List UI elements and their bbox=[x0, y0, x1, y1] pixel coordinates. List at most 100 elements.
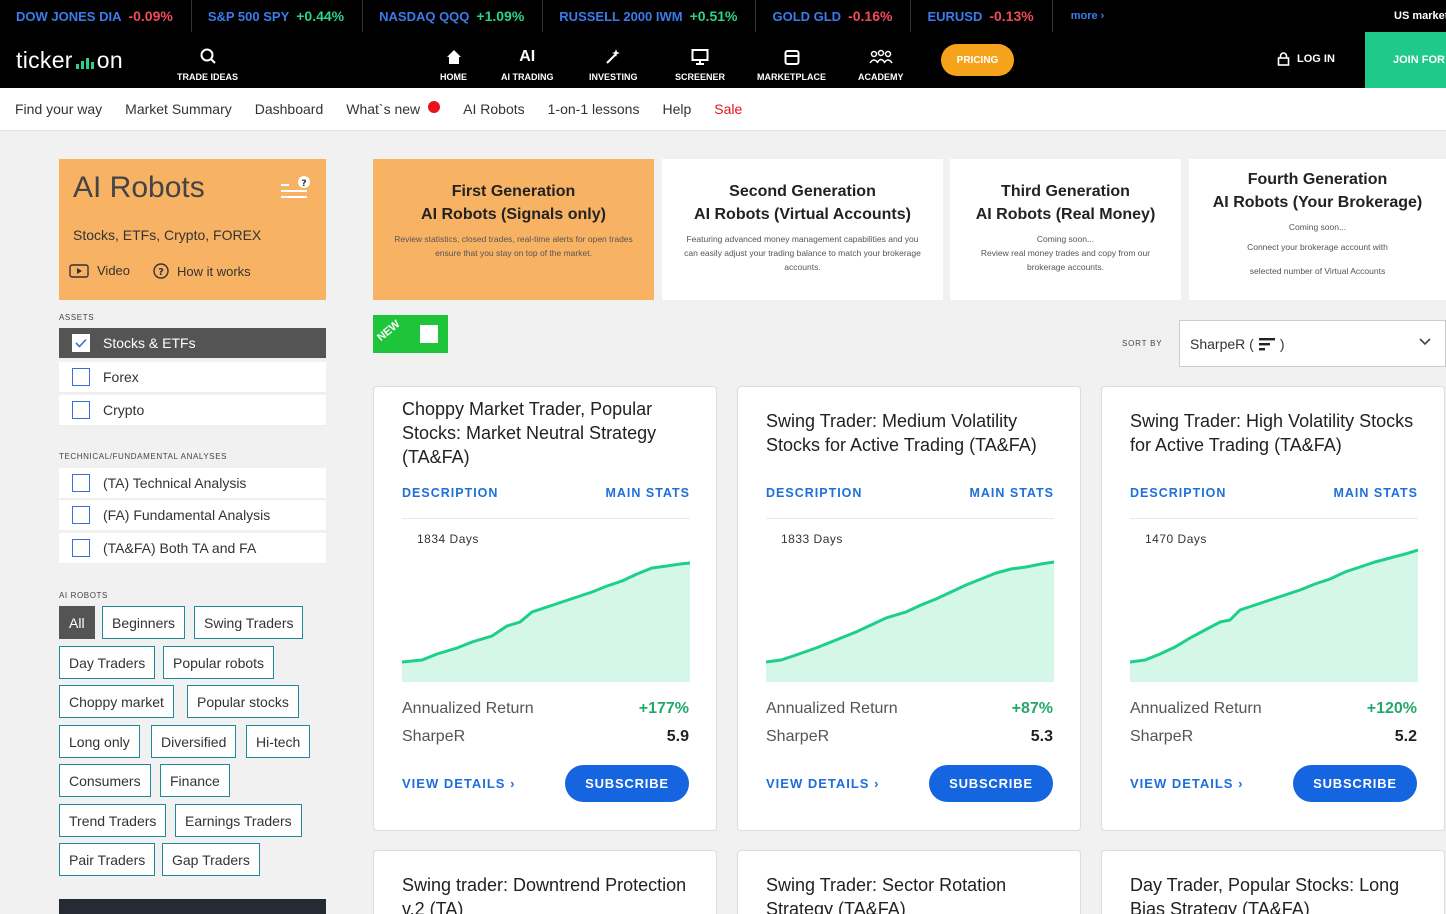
generation-fourth[interactable]: Fourth Generation AI Robots (Your Broker… bbox=[1189, 159, 1446, 300]
tag-popular-robots[interactable]: Popular robots bbox=[163, 646, 275, 679]
view-details-link[interactable]: VIEW DETAILS › bbox=[766, 776, 879, 791]
annualized-return-value: +120% bbox=[1366, 700, 1417, 717]
robot-card: Swing Trader: Medium Volatility Stocks f… bbox=[737, 386, 1081, 831]
robot-card: Swing Trader: High Volatility Stocks for… bbox=[1101, 386, 1445, 831]
video-link[interactable]: Video bbox=[69, 263, 130, 278]
tab-description[interactable]: DESCRIPTION bbox=[402, 486, 498, 500]
robot-title[interactable]: Day Trader, Popular Stocks: Long Bias St… bbox=[1130, 873, 1430, 914]
tag-swing-traders[interactable]: Swing Traders bbox=[194, 606, 304, 639]
subnav-lessons[interactable]: 1-on-1 lessons bbox=[548, 101, 640, 117]
checkbox-checked[interactable] bbox=[72, 334, 90, 352]
view-details-link[interactable]: VIEW DETAILS › bbox=[402, 776, 515, 791]
new-toggle-checkbox[interactable] bbox=[420, 325, 438, 343]
robot-title[interactable]: Swing trader: Downtrend Protection v.2 (… bbox=[402, 873, 702, 914]
monitor-icon bbox=[691, 49, 709, 65]
nav-investing[interactable]: INVESTING bbox=[589, 48, 638, 82]
nav-home[interactable]: HOME bbox=[440, 48, 467, 82]
sharper-label: SharpeR bbox=[766, 728, 830, 745]
annualized-return-value: +87% bbox=[1011, 700, 1053, 717]
nav-marketplace[interactable]: MARKETPLACE bbox=[757, 48, 826, 82]
robot-title[interactable]: Swing Trader: High Volatility Stocks for… bbox=[1130, 409, 1430, 457]
checkbox[interactable] bbox=[72, 401, 90, 419]
subnav-ai-robots[interactable]: AI Robots bbox=[463, 101, 524, 117]
robot-title[interactable]: Swing Trader: Sector Rotation Strategy (… bbox=[766, 873, 1066, 914]
nav-ai-trading[interactable]: AI AI TRADING bbox=[501, 48, 554, 82]
subnav-find-your-way[interactable]: Find your way bbox=[15, 101, 102, 117]
subnav-whats-new[interactable]: What`s new bbox=[346, 101, 441, 117]
asset-forex[interactable]: Forex bbox=[59, 362, 326, 393]
tab-main-stats[interactable]: MAIN STATS bbox=[605, 486, 690, 500]
tag-day-traders[interactable]: Day Traders bbox=[59, 646, 156, 679]
new-toggle[interactable]: NEW bbox=[373, 315, 448, 353]
nav-trade-ideas[interactable]: TRADE IDEAS bbox=[177, 48, 238, 82]
subnav-help[interactable]: Help bbox=[662, 101, 691, 117]
analysis-ta-fa[interactable]: (TA&FA) Both TA and FA bbox=[59, 533, 326, 564]
lock-icon bbox=[1277, 52, 1290, 66]
logo[interactable]: ticker on bbox=[16, 47, 123, 74]
checkbox[interactable] bbox=[72, 506, 90, 524]
tab-description[interactable]: DESCRIPTION bbox=[766, 486, 862, 500]
checkbox[interactable] bbox=[72, 368, 90, 386]
tag-all[interactable]: All bbox=[59, 606, 95, 639]
equity-area bbox=[766, 562, 1054, 682]
ticker-item[interactable]: S&P 500 SPY +0.44% bbox=[192, 0, 364, 32]
assets-section-label: ASSETS bbox=[59, 313, 95, 322]
subnav-market-summary[interactable]: Market Summary bbox=[125, 101, 232, 117]
pricing-button[interactable]: PRICING bbox=[941, 44, 1014, 76]
subscribe-button[interactable]: SUBSCRIBE bbox=[929, 765, 1053, 802]
sharper-value: 5.2 bbox=[1394, 728, 1417, 745]
checkbox[interactable] bbox=[72, 539, 90, 557]
ticker-more-link[interactable]: more › bbox=[1071, 10, 1105, 22]
tag-trend-traders[interactable]: Trend Traders bbox=[59, 804, 167, 837]
notification-dot bbox=[428, 101, 441, 113]
sort-select[interactable]: SharpeR ( ) bbox=[1179, 320, 1446, 367]
tag-popular-stocks[interactable]: Popular stocks bbox=[187, 685, 299, 718]
tag-earnings-traders[interactable]: Earnings Traders bbox=[175, 804, 302, 837]
tag-gap-traders[interactable]: Gap Traders bbox=[162, 843, 260, 876]
ticker-item[interactable]: RUSSELL 2000 IWM +0.51% bbox=[543, 0, 757, 32]
sort-by-label: SORT BY bbox=[1122, 339, 1163, 348]
asset-crypto[interactable]: Crypto bbox=[59, 395, 326, 426]
analysis-ta[interactable]: (TA) Technical Analysis bbox=[59, 468, 326, 499]
tag-choppy-market[interactable]: Choppy market bbox=[59, 685, 174, 718]
tag-long-only[interactable]: Long only bbox=[59, 725, 140, 758]
join-button[interactable]: JOIN FOR FREE bbox=[1365, 32, 1446, 88]
robots-section-label: AI ROBOTS bbox=[59, 591, 108, 600]
generation-third[interactable]: Third Generation AI Robots (Real Money) … bbox=[950, 159, 1181, 300]
tag-consumers[interactable]: Consumers bbox=[59, 764, 151, 797]
tag-beginners[interactable]: Beginners bbox=[102, 606, 186, 639]
checkbox[interactable] bbox=[72, 474, 90, 492]
view-details-link[interactable]: VIEW DETAILS › bbox=[1130, 776, 1243, 791]
how-it-works-link[interactable]: ? How it works bbox=[153, 263, 251, 279]
nav-screener[interactable]: SCREENER bbox=[675, 48, 725, 82]
help-menu-icon[interactable]: ? bbox=[281, 176, 313, 202]
tab-main-stats[interactable]: MAIN STATS bbox=[969, 486, 1054, 500]
robot-title[interactable]: Swing Trader: Medium Volatility Stocks f… bbox=[766, 409, 1066, 457]
subscribe-button[interactable]: SUBSCRIBE bbox=[1293, 765, 1417, 802]
ai-robots-header-box: AI Robots ? Stocks, ETFs, Crypto, FOREX … bbox=[59, 159, 326, 300]
generation-second[interactable]: Second Generation AI Robots (Virtual Acc… bbox=[662, 159, 943, 300]
ticker-item[interactable]: GOLD GLD -0.16% bbox=[756, 0, 912, 32]
tag-pair-traders[interactable]: Pair Traders bbox=[59, 843, 156, 876]
robot-card: Day Trader, Popular Stocks: Long Bias St… bbox=[1101, 850, 1445, 914]
tag-finance[interactable]: Finance bbox=[160, 764, 230, 797]
ticker-item[interactable]: DOW JONES DIA -0.09% bbox=[0, 0, 192, 32]
robot-title[interactable]: Choppy Market Trader, Popular Stocks: Ma… bbox=[402, 397, 702, 469]
ticker-item[interactable]: NASDAQ QQQ +1.09% bbox=[363, 0, 544, 32]
subnav-sale[interactable]: Sale bbox=[714, 101, 742, 117]
tag-diversified[interactable]: Diversified bbox=[151, 725, 237, 758]
subnav-dashboard[interactable]: Dashboard bbox=[255, 101, 324, 117]
generation-first[interactable]: First Generation AI Robots (Signals only… bbox=[373, 159, 654, 300]
tab-description[interactable]: DESCRIPTION bbox=[1130, 486, 1226, 500]
video-play-icon bbox=[69, 263, 89, 278]
tag-hi-tech[interactable]: Hi-tech bbox=[246, 725, 311, 758]
analysis-fa[interactable]: (FA) Fundamental Analysis bbox=[59, 500, 326, 531]
nav-academy[interactable]: ACADEMY bbox=[858, 48, 904, 82]
tab-main-stats[interactable]: MAIN STATS bbox=[1333, 486, 1418, 500]
equity-chart bbox=[766, 560, 1054, 682]
ticker-item[interactable]: EURUSD -0.13% bbox=[911, 0, 1053, 32]
login-button[interactable]: LOG IN bbox=[1277, 52, 1335, 66]
new-badge-label: NEW bbox=[375, 318, 403, 344]
asset-stocks-etfs[interactable]: Stocks & ETFs bbox=[59, 328, 326, 359]
subscribe-button[interactable]: SUBSCRIBE bbox=[565, 765, 689, 802]
